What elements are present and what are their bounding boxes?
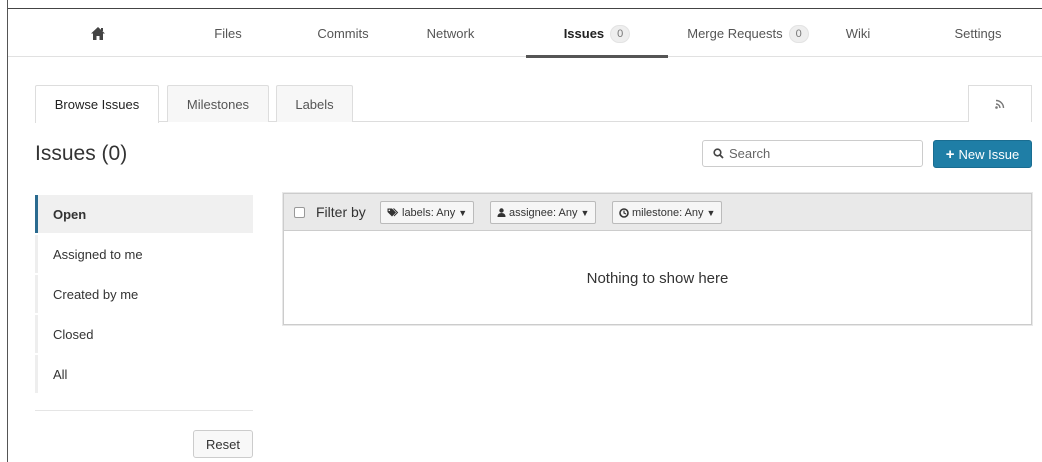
sidebar-item-created-by-me[interactable]: Created by me (35, 275, 253, 313)
caret-down-icon: ▼ (580, 207, 590, 218)
select-all-checkbox[interactable] (294, 207, 305, 218)
assignee-filter-dropdown[interactable]: assignee: Any ▼ (490, 201, 597, 224)
tab-labels[interactable]: Labels (276, 85, 353, 122)
user-icon (497, 208, 506, 217)
issues-panel: Filter by labels: Any ▼ assignee: Any ▼ (283, 193, 1032, 325)
nav-issues[interactable]: Issues 0 (526, 10, 668, 58)
tags-icon (387, 208, 399, 217)
nav-merge-requests[interactable]: Merge Requests 0 (678, 10, 818, 57)
sidebar-divider (35, 410, 253, 411)
nav-settings[interactable]: Settings (928, 10, 1028, 57)
project-nav: Files Commits Network Issues 0 Merge Requ… (8, 10, 1042, 58)
clock-icon (619, 207, 629, 218)
nav-files[interactable]: Files (188, 10, 268, 57)
nav-wiki[interactable]: Wiki (828, 10, 888, 57)
window-left-border (7, 0, 8, 462)
sidebar-item-all[interactable]: All (35, 355, 253, 393)
sidebar-item-assigned-to-me[interactable]: Assigned to me (35, 235, 253, 273)
sidebar-item-closed[interactable]: Closed (35, 315, 253, 353)
home-icon (91, 27, 105, 40)
rss-feed-button[interactable] (968, 85, 1032, 122)
new-issue-button[interactable]: + New Issue (933, 140, 1032, 168)
tab-browse-issues[interactable]: Browse Issues (35, 85, 159, 123)
reset-button[interactable]: Reset (193, 430, 253, 458)
filter-by-label: Filter by (316, 204, 366, 220)
page-title: Issues (0) (35, 142, 128, 165)
empty-state-message: Nothing to show here (586, 269, 729, 287)
sidebar-item-open[interactable]: Open (35, 195, 253, 233)
filter-bar: Filter by labels: Any ▼ assignee: Any ▼ (284, 194, 1031, 231)
plus-icon: + (945, 145, 955, 163)
search-box[interactable] (702, 140, 923, 167)
nav-network[interactable]: Network (408, 10, 493, 57)
nav-home[interactable] (63, 10, 133, 57)
milestone-filter-dropdown[interactable]: milestone: Any ▼ (612, 201, 723, 224)
merge-requests-count-badge: 0 (788, 24, 809, 43)
caret-down-icon: ▼ (458, 207, 468, 218)
caret-down-icon: ▼ (706, 207, 716, 218)
tab-milestones[interactable]: Milestones (167, 85, 269, 122)
issues-count-badge: 0 (610, 24, 631, 43)
issues-subtabs: Browse Issues Milestones Labels (35, 85, 1032, 123)
nav-commits[interactable]: Commits (298, 10, 388, 57)
labels-filter-dropdown[interactable]: labels: Any ▼ (380, 201, 475, 224)
rss-icon (995, 99, 1005, 109)
search-input[interactable] (729, 146, 909, 161)
window-top-border (7, 0, 1042, 9)
search-icon (713, 148, 724, 159)
